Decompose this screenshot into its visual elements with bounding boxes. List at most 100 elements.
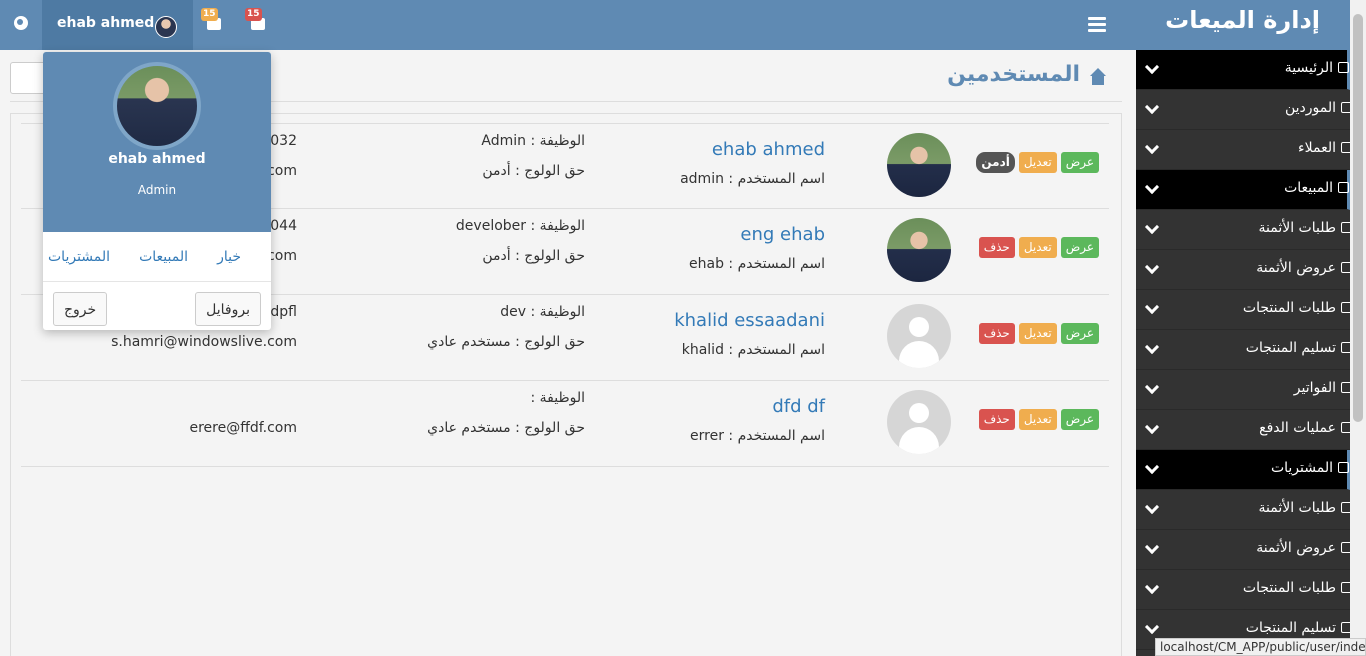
chevron-down-icon <box>1144 499 1160 515</box>
edit-icon <box>1341 502 1350 513</box>
menu-toggle-icon[interactable] <box>1088 14 1106 34</box>
option-link[interactable]: خيار <box>217 249 241 265</box>
sidebar-item[interactable]: طلبات الأثمنة <box>1136 490 1350 530</box>
sidebar-item-label: تسليم المنتجات <box>1246 340 1350 356</box>
email-value: erere@ffdf.com <box>189 420 297 436</box>
sidebar-item-label: المشتريات <box>1270 460 1349 476</box>
sidebar-item-text: المشتريات <box>1270 460 1333 476</box>
access-label: حق الولوج : مستخدم عادي <box>427 334 585 350</box>
scrollbar-thumb[interactable] <box>1353 14 1363 422</box>
user-avatar <box>887 304 951 368</box>
user-name-link[interactable]: eng ehab <box>740 224 825 245</box>
sidebar-item-text: عروض الأثمنة <box>1256 260 1336 276</box>
edit-icon <box>1341 582 1350 593</box>
tasks-notification[interactable]: 15 <box>201 8 225 34</box>
user-avatar <box>887 133 951 197</box>
sidebar-item[interactable]: الفواتير <box>1136 370 1350 410</box>
purchases-link[interactable]: المشتريات <box>48 249 110 265</box>
edit-button[interactable]: تعديل <box>1018 152 1057 173</box>
messages-count-badge: 15 <box>245 8 262 21</box>
chevron-down-icon <box>1144 139 1160 155</box>
home-icon <box>1088 68 1108 86</box>
edit-icon <box>1341 142 1350 153</box>
row-actions: عرض تعديل حذف <box>971 323 1099 345</box>
sidebar-item[interactable]: الموردين <box>1136 90 1350 130</box>
sidebar-item[interactable]: المشتريات <box>1136 450 1350 490</box>
view-button[interactable]: عرض <box>1060 237 1099 258</box>
username-label: اسم المستخدم : errer <box>690 428 825 444</box>
sidebar-item[interactable]: العملاء <box>1136 130 1350 170</box>
edit-button[interactable]: تعديل <box>1018 323 1057 344</box>
edit-icon <box>1338 182 1349 193</box>
edit-button[interactable]: تعديل <box>1018 409 1057 430</box>
sidebar-item[interactable]: المبيعات <box>1136 170 1350 210</box>
dropdown-links: المشتريات المبيعات خيار <box>43 232 271 282</box>
user-avatar <box>887 218 951 282</box>
sidebar-item-label: الفواتير <box>1293 380 1350 396</box>
edit-button[interactable]: تعديل <box>1018 237 1057 258</box>
page-scrollbar[interactable] <box>1350 0 1366 656</box>
sidebar-item[interactable]: طلبات الأثمنة <box>1136 210 1350 250</box>
chevron-down-icon <box>1144 179 1160 195</box>
sidebar-item-text: الرئيسية <box>1284 60 1333 76</box>
sidebar-item[interactable]: طلبات المنتجات <box>1136 570 1350 610</box>
chevron-down-icon <box>1144 339 1160 355</box>
delete-button[interactable]: حذف <box>978 323 1015 344</box>
username-label: اسم المستخدم : khalid <box>681 342 825 358</box>
edit-icon <box>1338 462 1349 473</box>
sidebar-item[interactable]: عروض الأثمنة <box>1136 530 1350 570</box>
sidebar-item[interactable]: تسليم المنتجات <box>1136 330 1350 370</box>
chevron-down-icon <box>1144 539 1160 555</box>
sidebar-item[interactable]: طلبات المنتجات <box>1136 290 1350 330</box>
edit-icon <box>1341 102 1350 113</box>
sidebar-item-text: الفواتير <box>1293 380 1336 396</box>
status-bar-url: localhost/CM_APP/public/user/index# <box>1155 638 1366 656</box>
view-button[interactable]: عرض <box>1060 152 1099 173</box>
sidebar-item-label: طلبات المنتجات <box>1242 580 1350 596</box>
delete-button[interactable]: حذف <box>978 237 1015 258</box>
email-value: s.hamri@windowslive.com <box>111 334 297 350</box>
sidebar-item-text: طلبات الأثمنة <box>1258 220 1337 236</box>
profile-avatar <box>113 62 201 150</box>
sidebar-item-text: طلبات المنتجات <box>1242 580 1336 596</box>
app-brand[interactable]: إدارة الميعات <box>1135 0 1350 50</box>
sales-link[interactable]: المبيعات <box>139 249 188 265</box>
user-avatar-icon <box>155 16 177 38</box>
edit-icon <box>1341 542 1350 553</box>
username-label: اسم المستخدم : ehab <box>689 256 825 272</box>
chevron-down-icon <box>1144 419 1160 435</box>
dropdown-user-role: Admin <box>137 183 177 197</box>
sidebar-item[interactable]: عروض الأثمنة <box>1136 250 1350 290</box>
job-label: الوظيفة : <box>530 390 585 406</box>
user-menu-toggle[interactable]: ehab ahmed <box>42 0 193 50</box>
user-name-link[interactable]: ehab ahmed <box>712 139 825 160</box>
profile-button[interactable]: بروفايل <box>195 292 261 326</box>
globe-icon[interactable] <box>14 16 28 30</box>
chevron-down-icon <box>1144 99 1160 115</box>
access-label: حق الولوج : أدمن <box>482 163 585 179</box>
edit-icon <box>1341 422 1350 433</box>
logout-button[interactable]: خروج <box>53 292 108 326</box>
tasks-count-badge: 15 <box>201 8 218 21</box>
job-label: الوظيفة : develober <box>455 218 585 234</box>
sidebar-item-text: عروض الأثمنة <box>1256 540 1336 556</box>
user-name-link[interactable]: dfd df <box>772 396 825 417</box>
user-name-link[interactable]: khalid essaadani <box>674 310 825 331</box>
sidebar-item[interactable]: الرئيسية <box>1136 50 1350 90</box>
view-button[interactable]: عرض <box>1060 323 1099 344</box>
chevron-down-icon <box>1144 579 1160 595</box>
sidebar-item[interactable]: عمليات الدفع <box>1136 410 1350 450</box>
dropdown-user-name: ehab ahmed <box>108 151 206 167</box>
edit-icon <box>1341 382 1350 393</box>
chevron-down-icon <box>1144 259 1160 275</box>
sidebar-item-label: عروض الأثمنة <box>1256 540 1350 556</box>
delete-button[interactable]: حذف <box>978 409 1015 430</box>
dropdown-header: ehab ahmed Admin <box>43 52 271 232</box>
sidebar-item-label: الموردين <box>1285 100 1350 116</box>
edit-icon <box>1341 342 1350 353</box>
sidebar-item-text: طلبات الأثمنة <box>1258 500 1337 516</box>
messages-notification[interactable]: 15 <box>245 8 269 34</box>
view-button[interactable]: عرض <box>1060 409 1099 430</box>
sidebar-item-label: طلبات الأثمنة <box>1258 220 1350 236</box>
chevron-down-icon <box>1144 619 1160 635</box>
